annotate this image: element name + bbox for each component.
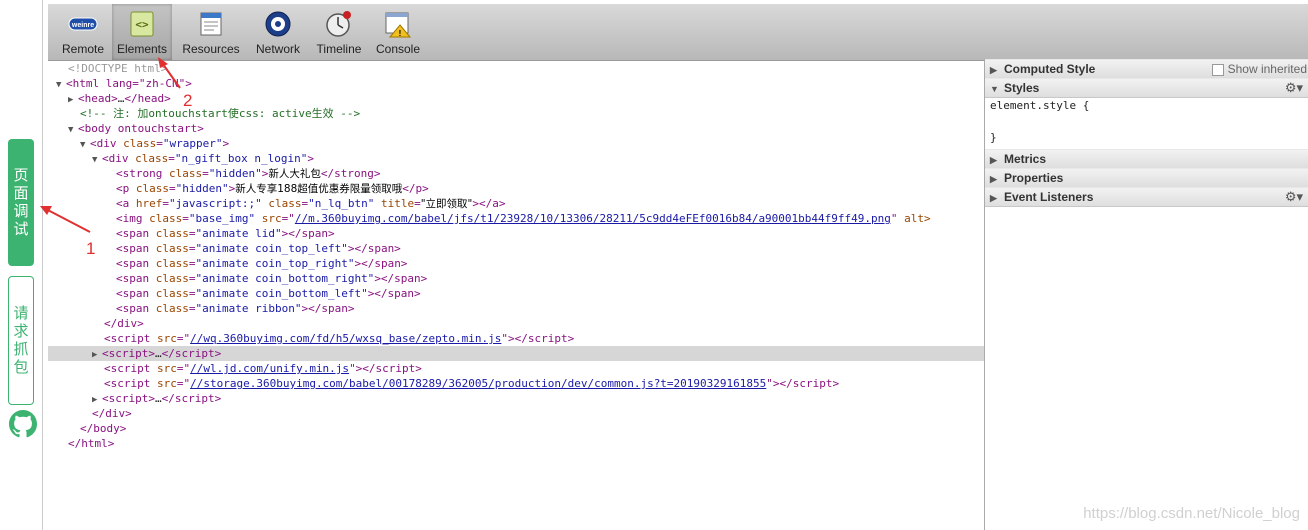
watermark: https://blog.csdn.net/Nicole_blog [1083,505,1300,522]
annotation-label-1: 1 [86,239,96,258]
annotation-label-2: 2 [183,91,193,110]
arrow-head-2 [158,57,168,68]
annotation-arrows [40,57,181,233]
